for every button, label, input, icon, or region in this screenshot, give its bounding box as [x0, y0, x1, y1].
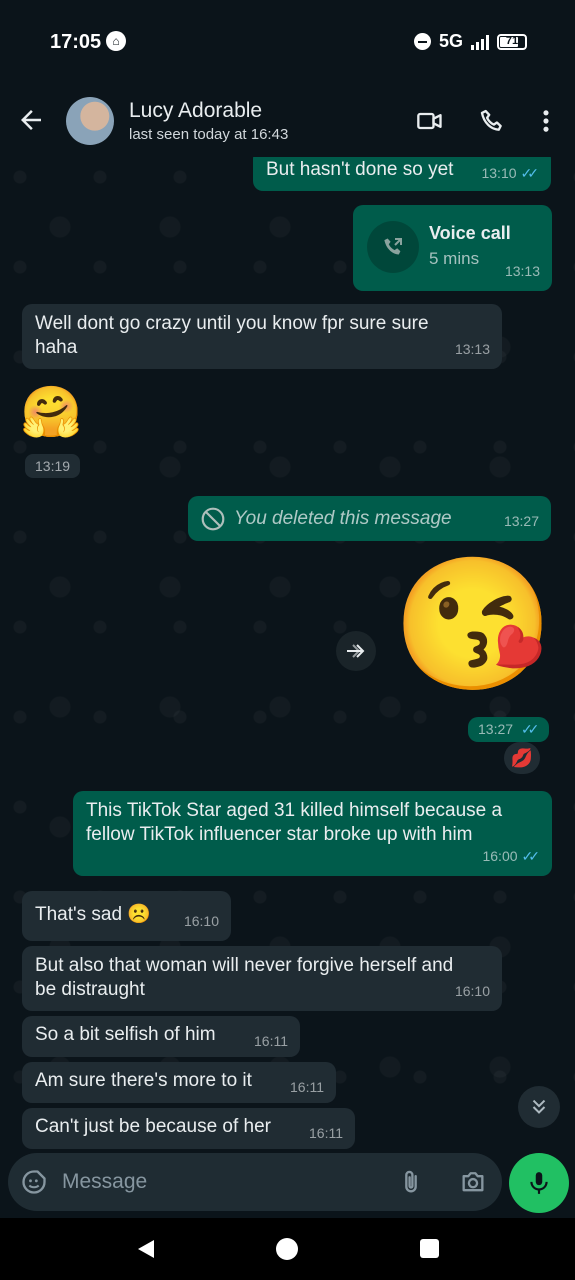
message-text: That's sad ☹️	[35, 904, 151, 925]
nav-home-icon[interactable]	[276, 1238, 298, 1260]
call-icon-circle	[367, 221, 419, 273]
read-ticks-icon: ✓✓	[520, 165, 540, 181]
scroll-to-bottom-button[interactable]	[518, 1086, 560, 1128]
message-incoming[interactable]: Am sure there's more to it 16:11	[22, 1062, 336, 1103]
message-time: 16:11	[309, 1125, 343, 1141]
message-composer: Message	[8, 1153, 502, 1211]
message-text: But also that woman will never forgive h…	[35, 955, 454, 1000]
chat-area: But hasn't done so yet 13:10 ✓✓ Voice cal…	[0, 157, 575, 1150]
message-text: Can't just be because of her	[35, 1116, 271, 1137]
status-bar: 17:05 ⌂ 5G 71	[0, 0, 575, 85]
message-time: 16:10	[183, 913, 219, 929]
message-reaction[interactable]: 💋	[504, 742, 540, 774]
microphone-icon	[530, 1172, 548, 1194]
message-outgoing[interactable]: This TikTok Star aged 31 killed himself …	[73, 791, 552, 876]
message-incoming[interactable]: Well dont go crazy until you know fpr su…	[22, 304, 502, 369]
status-indicators: 5G 71	[413, 31, 527, 52]
attach-icon[interactable]	[397, 1168, 425, 1196]
more-options-icon[interactable]	[532, 107, 560, 135]
network-type: 5G	[438, 31, 463, 51]
message-incoming[interactable]: Can't just be because of her 16:11	[22, 1108, 355, 1149]
read-ticks-icon: ✓✓	[521, 848, 541, 864]
sticker-icon[interactable]	[20, 1168, 48, 1196]
status-time: 17:05	[50, 31, 102, 53]
message-incoming[interactable]: But also that woman will never forgive h…	[22, 946, 502, 1011]
nav-recents-icon[interactable]	[420, 1239, 439, 1258]
message-time: 16:11	[254, 1033, 288, 1049]
chat-header: Lucy Adorable last seen today at 16:43	[0, 85, 575, 158]
call-log-bubble[interactable]: Voice call 5 mins 13:13	[353, 205, 552, 291]
message-time: 13:13	[454, 341, 490, 357]
forward-icon	[347, 644, 365, 658]
double-chevron-down-icon	[532, 1099, 546, 1114]
message-text: But hasn't done so yet	[266, 159, 454, 180]
emoji-time-pill: 13:27 ✓✓	[468, 717, 550, 742]
message-time: 16:11	[290, 1079, 324, 1095]
signal-icon	[471, 34, 489, 50]
call-duration: 5 mins	[429, 249, 480, 268]
voice-call-icon[interactable]	[478, 107, 506, 135]
read-ticks-icon: ✓✓	[520, 721, 540, 737]
call-title: Voice call	[429, 223, 511, 243]
message-time: 13:13	[504, 263, 540, 279]
last-seen-status: last seen today at 16:43	[129, 126, 289, 143]
message-text: So a bit selfish of him	[35, 1024, 216, 1045]
message-text: You deleted this message	[234, 508, 452, 529]
video-call-icon[interactable]	[416, 107, 444, 135]
do-not-disturb-icon	[413, 33, 431, 50]
deleted-icon	[201, 507, 225, 531]
message-input[interactable]: Message	[62, 1170, 147, 1194]
back-arrow-icon[interactable]	[16, 105, 46, 135]
deleted-message[interactable]: You deleted this message 13:27	[188, 496, 551, 541]
message-incoming[interactable]: That's sad ☹️ 16:10	[22, 891, 231, 941]
message-outgoing[interactable]: But hasn't done so yet 13:10 ✓✓	[253, 157, 551, 191]
voice-record-button[interactable]	[509, 1153, 569, 1213]
camera-icon[interactable]	[459, 1168, 487, 1196]
emoji-message-hugging[interactable]: 🤗	[20, 387, 82, 437]
contact-avatar[interactable]	[66, 97, 114, 145]
message-text: Well dont go crazy until you know fpr su…	[35, 313, 429, 358]
message-time: 13:27	[503, 513, 539, 529]
message-text: This TikTok Star aged 31 killed himself …	[86, 800, 503, 845]
battery-icon: 71	[497, 33, 527, 50]
contact-name[interactable]: Lucy Adorable	[129, 99, 262, 123]
outgoing-call-icon	[384, 238, 402, 255]
forward-button[interactable]	[336, 631, 376, 671]
message-incoming[interactable]: So a bit selfish of him 16:11	[22, 1016, 300, 1057]
nav-back-icon[interactable]	[134, 1237, 158, 1261]
message-text: Am sure there's more to it	[35, 1070, 252, 1091]
battery-level: 71	[505, 34, 519, 47]
emoji-message-kiss[interactable]: 😘	[392, 559, 554, 689]
message-time: 13:10	[481, 165, 517, 181]
message-time: 16:10	[454, 983, 490, 999]
message-time: 13:19	[25, 454, 81, 478]
app-notification-icon: ⌂	[106, 31, 126, 51]
message-time: 16:00	[482, 848, 518, 864]
system-nav-bar	[0, 1218, 575, 1280]
message-time: 13:27	[478, 721, 514, 737]
